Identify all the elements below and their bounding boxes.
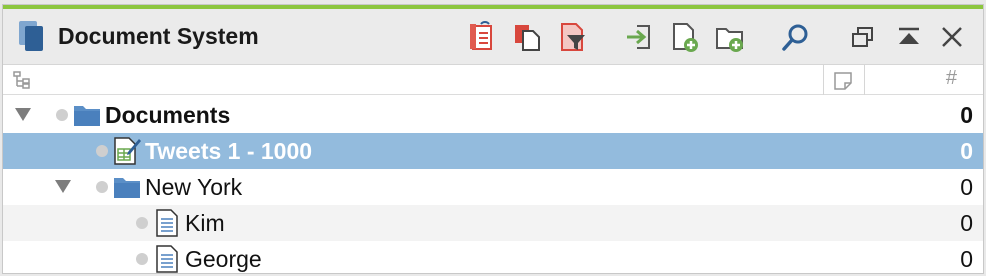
tree-item-label: Documents <box>105 102 231 128</box>
new-document-button[interactable] <box>668 20 702 54</box>
column-header: # <box>3 65 983 95</box>
status-dot <box>136 217 148 229</box>
filter-document-button[interactable] <box>556 20 590 54</box>
status-dot <box>136 253 148 265</box>
tree-row[interactable]: Kim 0 <box>3 205 983 241</box>
column-separator[interactable] <box>823 65 824 95</box>
document-system-icon <box>19 21 43 51</box>
window-title: Document System <box>58 23 259 49</box>
text-document-icon <box>152 208 182 238</box>
title-bar: Document System <box>3 9 983 65</box>
tree-item-label: Kim <box>185 210 225 236</box>
copy-document-icon <box>515 25 540 51</box>
folder-icon <box>72 100 102 130</box>
import-button[interactable] <box>622 20 656 54</box>
document-system-panel: Document System # Documents 0 Tweets 1 -… <box>2 4 984 274</box>
status-dot <box>56 109 68 121</box>
copy-document-button[interactable] <box>510 20 544 54</box>
coded-segment-count: 0 <box>960 102 973 128</box>
new-folder-button[interactable] <box>713 20 747 54</box>
coded-segment-count: 0 <box>960 246 973 272</box>
folder-icon <box>112 172 142 202</box>
count-column-header[interactable]: # <box>946 67 957 90</box>
tree-structure-icon[interactable] <box>13 71 31 89</box>
tree-row[interactable]: Documents 0 <box>3 97 983 133</box>
tree-row[interactable]: New York 0 <box>3 169 983 205</box>
tree-row[interactable]: Tweets 1 - 1000 0 <box>3 133 983 169</box>
search-icon <box>782 24 808 51</box>
tree-row[interactable]: George 0 <box>3 241 983 273</box>
undock-window-button[interactable] <box>846 20 880 54</box>
coded-segment-count: 0 <box>960 138 973 164</box>
document-refresh-icon <box>470 21 492 50</box>
tree-item-label: George <box>185 246 262 272</box>
document-tree: Documents 0 Tweets 1 - 1000 0 New York 0 Kim 0 G… <box>3 97 983 273</box>
status-dot <box>96 145 108 157</box>
document-refresh-button[interactable] <box>466 20 500 54</box>
status-dot <box>96 181 108 193</box>
memo-icon[interactable] <box>833 71 853 91</box>
collapse-panel-icon <box>899 27 919 44</box>
coded-segment-count: 0 <box>960 210 973 236</box>
import-icon <box>627 25 650 49</box>
search-button[interactable] <box>779 20 813 54</box>
collapse-panel-button[interactable] <box>892 20 926 54</box>
close-icon <box>942 27 962 47</box>
column-separator[interactable] <box>864 65 865 95</box>
tree-item-label: Tweets 1 - 1000 <box>145 138 313 164</box>
undock-window-icon <box>852 27 873 47</box>
coded-segment-count: 0 <box>960 174 973 200</box>
expand-triangle-icon[interactable] <box>15 108 31 121</box>
expand-triangle-icon[interactable] <box>55 180 71 193</box>
filter-document-icon <box>561 23 585 51</box>
new-document-icon <box>673 23 698 52</box>
close-button[interactable] <box>935 20 969 54</box>
new-folder-icon <box>716 28 743 52</box>
tree-item-label: New York <box>145 174 243 200</box>
text-document-icon <box>152 244 182 273</box>
table-document-icon <box>112 136 142 166</box>
